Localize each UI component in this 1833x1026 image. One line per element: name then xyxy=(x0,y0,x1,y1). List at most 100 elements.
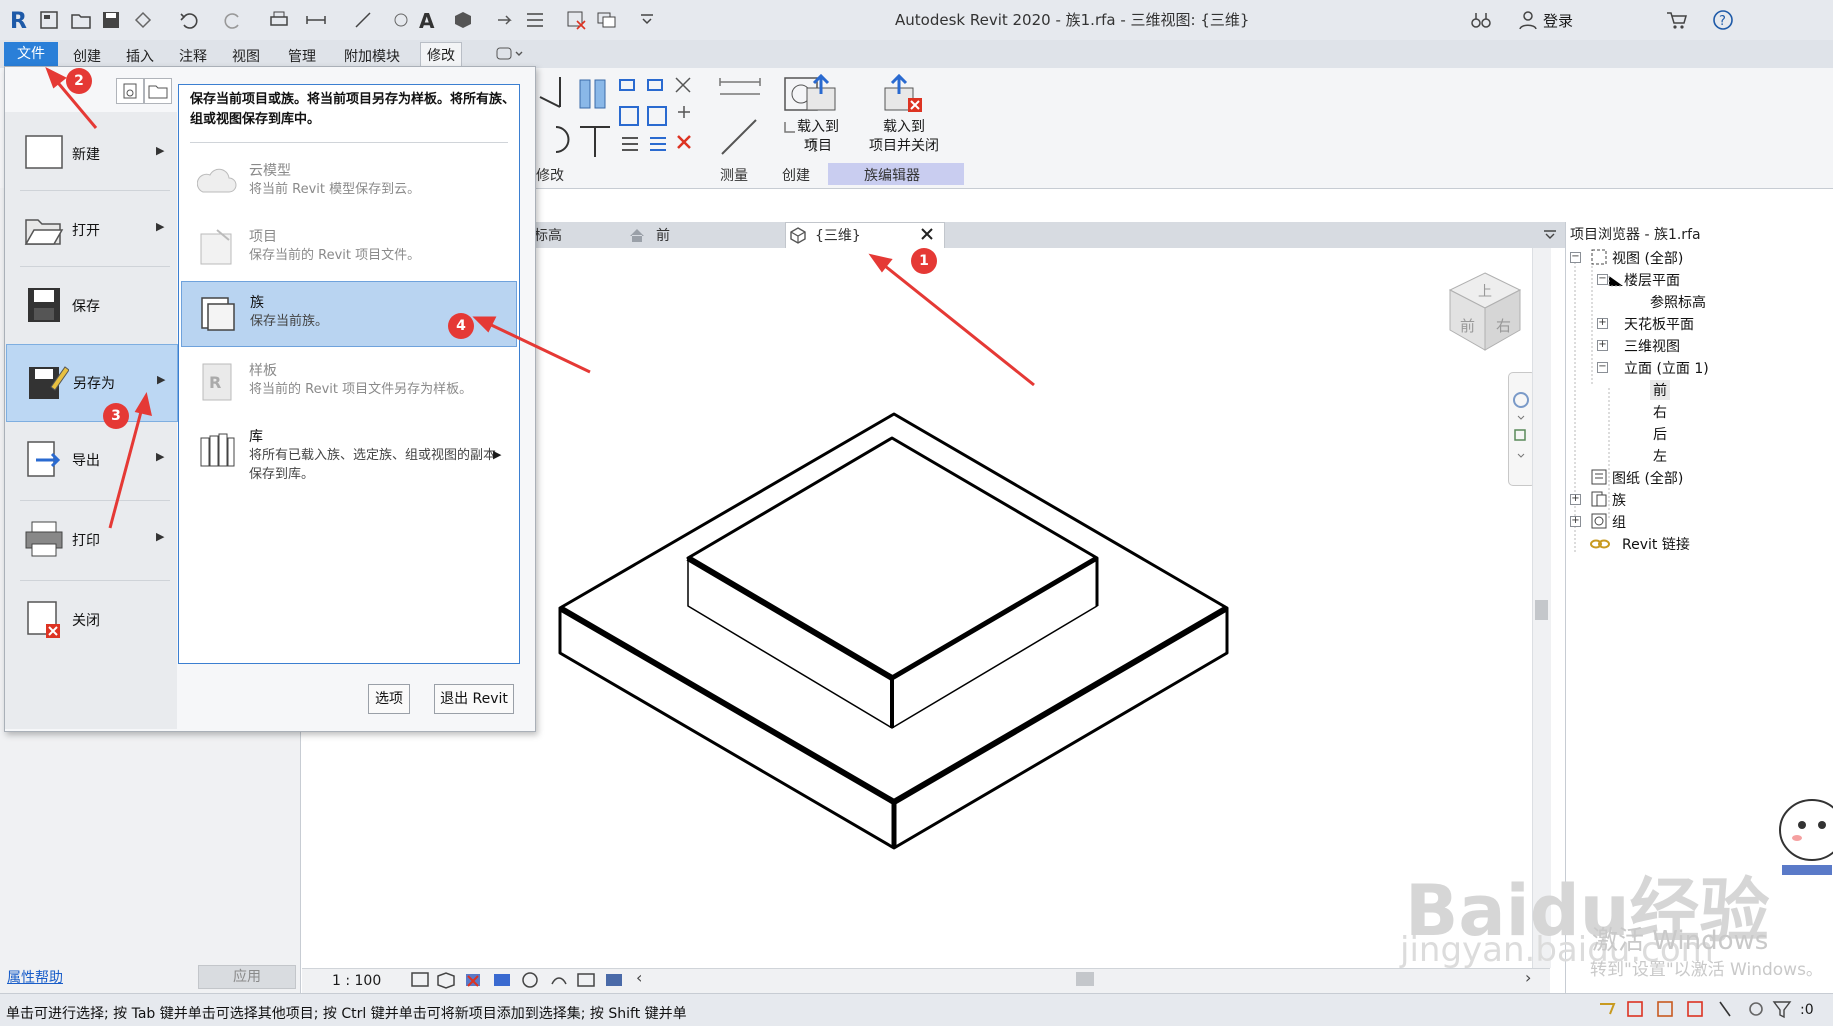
view-scale[interactable]: 1 : 100 xyxy=(332,973,381,989)
print-icon[interactable] xyxy=(268,9,290,31)
save-as-cloud-model[interactable]: 云模型 将当前 Revit 模型保存到云。 xyxy=(181,150,515,214)
save-as-project[interactable]: 项目 保存当前的 Revit 项目文件。 xyxy=(181,216,515,280)
vertical-scroll-thumb[interactable] xyxy=(1535,600,1548,620)
close-tab-icon[interactable] xyxy=(920,227,934,241)
load-into-project-close-icon[interactable] xyxy=(880,74,924,114)
tree-item-right[interactable]: 右 xyxy=(1653,402,1667,422)
panel-label-create: 创建 xyxy=(782,168,810,184)
tab-insert[interactable]: 插入 xyxy=(120,44,160,68)
family-icon xyxy=(201,297,235,331)
print-file-icon xyxy=(25,521,63,557)
tree-expander-groups[interactable]: + xyxy=(1570,516,1581,527)
tree-expander-ceiling-plans[interactable]: + xyxy=(1597,318,1608,329)
measure-icon[interactable] xyxy=(305,9,327,31)
menu-item-export[interactable]: 导出 ▶ xyxy=(6,424,176,496)
tab-manage[interactable]: 管理 xyxy=(282,44,322,68)
save-icon[interactable] xyxy=(100,9,122,31)
tag-icon[interactable] xyxy=(390,9,412,31)
scroll-right-arrow[interactable]: › xyxy=(1525,968,1531,987)
scroll-left-arrow[interactable]: ‹ xyxy=(636,968,642,987)
recent-documents-button[interactable] xyxy=(116,78,144,104)
menu-item-close[interactable]: 关闭 xyxy=(6,584,176,656)
binoculars-icon[interactable] xyxy=(1470,9,1492,31)
thin-lines-icon[interactable] xyxy=(524,9,546,31)
tree-item-elevations[interactable]: 立面 (立面 1) xyxy=(1624,358,1709,378)
tabs-overflow-icon[interactable] xyxy=(1543,230,1557,240)
tab-addins[interactable]: 附加模块 xyxy=(338,44,406,68)
tree-item-ceiling-plans[interactable]: 天花板平面 xyxy=(1624,314,1694,334)
menu-item-save[interactable]: 保存 xyxy=(6,270,176,342)
panel-label-modify: 修改 xyxy=(536,168,564,184)
selection-filter-icons[interactable] xyxy=(1596,998,1801,1020)
tree-item-sheets[interactable]: 图纸 (全部) xyxy=(1612,468,1683,488)
menu-item-save-as[interactable]: 另存为 ▶ xyxy=(6,344,178,422)
3d-view-icon[interactable] xyxy=(452,9,474,31)
tree-item-ref-level[interactable]: 参照标高 xyxy=(1650,292,1706,312)
menu-separator xyxy=(20,500,170,501)
tab-create[interactable]: 创建 xyxy=(67,44,107,68)
save-as-library[interactable]: 库 将所有已载入族、选定族、组或视图的副本保存到库。 ▶ xyxy=(181,416,515,500)
tree-item-revit-links[interactable]: Revit 链接 xyxy=(1622,534,1690,554)
tree-item-3d-views[interactable]: 三维视图 xyxy=(1624,336,1680,356)
exit-revit-button[interactable]: 退出 Revit xyxy=(434,684,514,714)
close-hidden-icon[interactable] xyxy=(565,9,587,31)
section-icon[interactable] xyxy=(494,9,516,31)
apply-button[interactable]: 应用 xyxy=(198,965,296,989)
viewcube-face-right: 右 xyxy=(1496,317,1511,335)
tab-file[interactable]: 文件 xyxy=(4,42,58,66)
dimension-icon[interactable] xyxy=(352,9,374,31)
tree-item-groups[interactable]: 组 xyxy=(1612,512,1626,532)
customize-quickaccess-icon[interactable] xyxy=(636,9,658,31)
view-tab-level[interactable]: 标高 xyxy=(534,225,562,247)
menu-item-print[interactable]: 打印 ▶ xyxy=(6,504,176,576)
tree-item-views-all[interactable]: 视图 (全部) xyxy=(1612,248,1683,268)
home-icon[interactable] xyxy=(38,9,60,31)
help-icon[interactable]: ? xyxy=(1712,9,1734,31)
svg-text:R: R xyxy=(209,373,221,392)
login-link[interactable]: 登录 xyxy=(1543,10,1573,31)
tree-item-left[interactable]: 左 xyxy=(1653,446,1667,466)
undo-icon[interactable] xyxy=(178,9,200,31)
cart-icon[interactable] xyxy=(1665,9,1687,31)
steering-wheel-icon[interactable] xyxy=(1510,390,1532,470)
tree-item-front[interactable]: 前 xyxy=(1650,380,1670,400)
user-icon[interactable] xyxy=(1517,9,1539,31)
tree-item-back[interactable]: 后 xyxy=(1653,424,1667,444)
view-tab-front[interactable]: 前 xyxy=(656,225,670,247)
switch-windows-icon[interactable] xyxy=(596,9,618,31)
ribbon-display-toggle[interactable] xyxy=(496,46,526,62)
revit-logo-icon[interactable]: R xyxy=(8,9,30,34)
save-as-template[interactable]: R 样板 将当前的 Revit 项目文件另存为样板。 xyxy=(181,350,515,414)
tree-expander-3d-views[interactable]: + xyxy=(1597,340,1608,351)
revit-links-icon xyxy=(1590,539,1610,549)
tab-annotate[interactable]: 注释 xyxy=(173,44,213,68)
view-control-icons[interactable] xyxy=(410,970,640,990)
project-icon xyxy=(200,229,232,265)
tree-expander-elevations[interactable]: − xyxy=(1597,362,1608,373)
save-file-icon xyxy=(28,288,60,322)
tree-item-floor-plans[interactable]: 楼层平面 xyxy=(1624,270,1680,290)
viewcube[interactable]: 上 前 右 xyxy=(1440,268,1530,358)
properties-help-link[interactable]: 属性帮助 xyxy=(7,967,63,987)
menu-item-new[interactable]: 新建 ▶ xyxy=(6,118,176,190)
load-into-project-button[interactable]: 载入到 项目 xyxy=(788,118,848,156)
sync-icon[interactable] xyxy=(132,9,154,31)
open-folder-icon[interactable] xyxy=(70,9,92,31)
options-button[interactable]: 选项 xyxy=(368,684,410,714)
tree-item-families[interactable]: 族 xyxy=(1612,490,1626,510)
text-icon[interactable]: A xyxy=(416,9,438,33)
menu-item-open[interactable]: 打开 ▶ xyxy=(6,194,176,266)
horizontal-scroll-thumb[interactable] xyxy=(1076,972,1094,986)
load-into-project-icon[interactable] xyxy=(802,74,842,114)
tab-modify[interactable]: 修改 xyxy=(420,42,462,67)
redo-icon[interactable] xyxy=(222,9,244,31)
tree-expander-floor-plans[interactable]: − xyxy=(1597,274,1608,285)
elevation-view-icon xyxy=(630,229,644,242)
open-documents-button[interactable] xyxy=(144,78,172,104)
tree-expander-views[interactable]: − xyxy=(1570,252,1581,263)
tab-view[interactable]: 视图 xyxy=(226,44,266,68)
menu-label-close: 关闭 xyxy=(72,613,100,629)
tree-expander-families[interactable]: + xyxy=(1570,494,1581,505)
view-tab-3d[interactable]: {三维} xyxy=(815,225,861,247)
load-into-project-close-button[interactable]: 载入到 项目并关闭 xyxy=(862,118,946,156)
